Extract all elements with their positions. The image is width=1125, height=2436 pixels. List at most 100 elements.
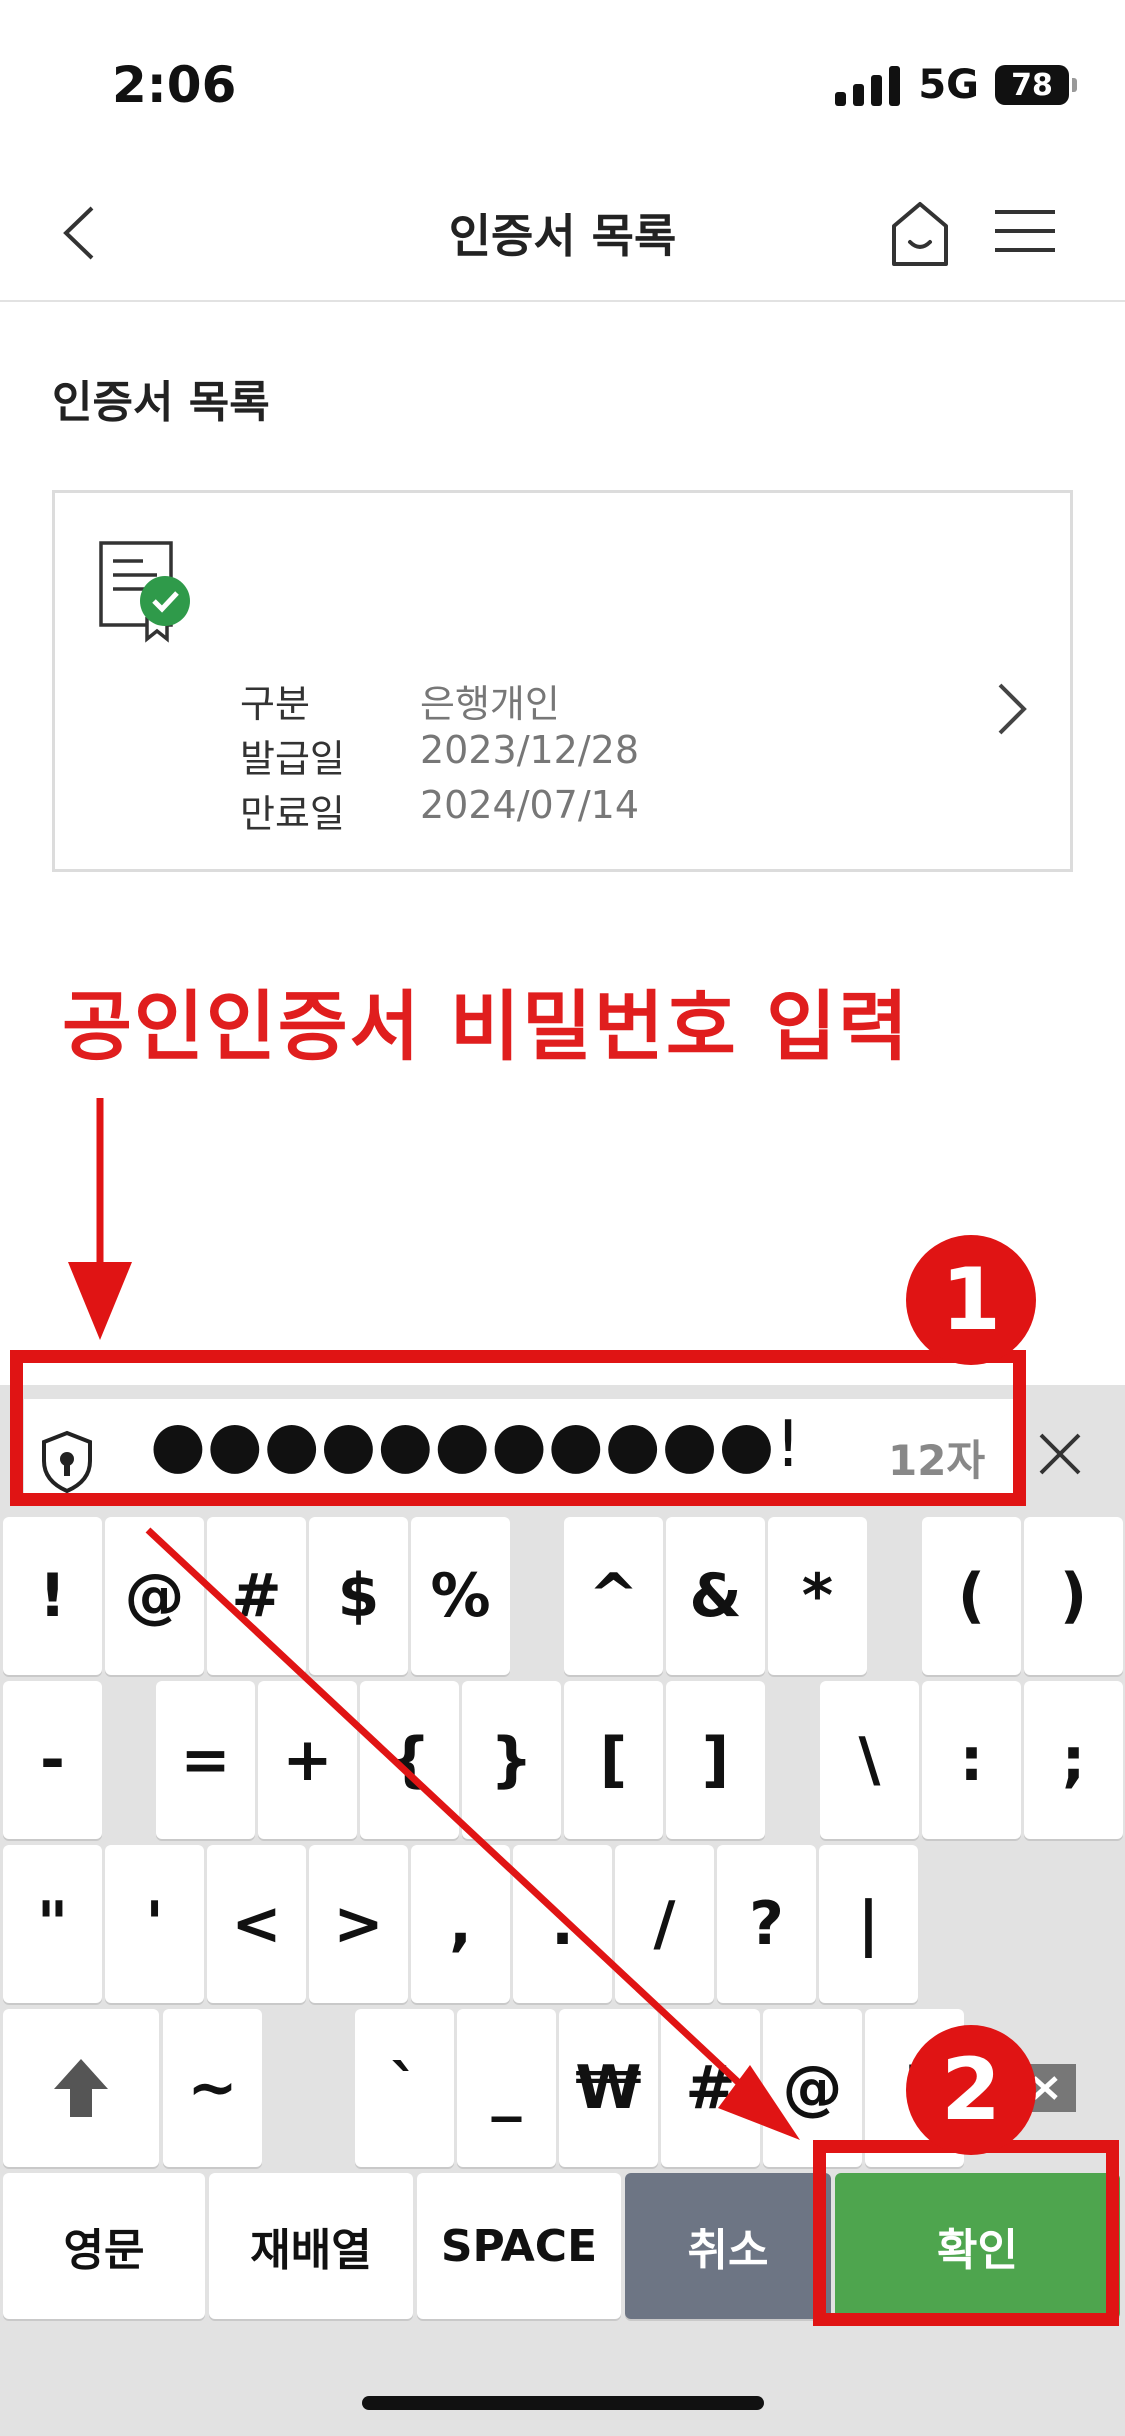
key[interactable]: ( xyxy=(922,1517,1021,1675)
key-label: * xyxy=(801,1561,834,1631)
key[interactable]: ) xyxy=(1024,1517,1123,1675)
key-label: @ xyxy=(782,2053,843,2123)
key-label: - xyxy=(40,1725,65,1795)
cert-issued-label: 발급일 xyxy=(240,737,345,781)
key-label: = xyxy=(180,1725,231,1795)
cert-type-value: 은행개인 xyxy=(420,682,560,726)
cert-row-issued: 발급일 2023/12/28 xyxy=(240,728,639,783)
cert-row-expiry: 만료일 2024/07/14 xyxy=(240,783,639,838)
status-indicators: 5G 78 xyxy=(835,62,1077,108)
key-label: ? xyxy=(749,1889,784,1959)
key[interactable]: # xyxy=(207,1517,306,1675)
home-icon[interactable] xyxy=(888,192,952,272)
key[interactable]: / xyxy=(615,1845,714,2003)
key-label: } xyxy=(490,1725,533,1795)
key[interactable]: + xyxy=(258,1681,357,1839)
highlight-box-password xyxy=(10,1350,1026,1506)
key[interactable]: , xyxy=(411,1845,510,2003)
chevron-right-icon xyxy=(998,683,1027,735)
key-label: # xyxy=(685,2053,736,2123)
section-title: 인증서 목록 xyxy=(52,377,270,428)
key-label: : xyxy=(959,1725,984,1795)
signal-icon xyxy=(835,64,901,106)
cert-issued-value: 2023/12/28 xyxy=(420,728,640,772)
arrow-down-icon xyxy=(68,1098,132,1340)
key-label: < xyxy=(231,1889,282,1959)
key-label: $ xyxy=(337,1561,380,1631)
key[interactable]: % xyxy=(411,1517,510,1675)
key-label: + xyxy=(282,1725,333,1795)
key-label: , xyxy=(449,1889,472,1959)
arrow-up-icon xyxy=(54,2059,108,2117)
key[interactable]: : xyxy=(922,1681,1021,1839)
cert-expiry-label: 만료일 xyxy=(240,792,345,836)
key-label: \ xyxy=(858,1725,881,1795)
key-label: ) xyxy=(1059,1561,1088,1631)
key[interactable]: < xyxy=(207,1845,306,2003)
nav-header: 인증서 목록 xyxy=(0,170,1125,302)
key-label: ` xyxy=(389,2053,420,2123)
key-label: ₩ xyxy=(575,2053,642,2123)
key-label: SPACE xyxy=(440,2220,598,2272)
network-type: 5G xyxy=(918,62,979,108)
key[interactable]: ^ xyxy=(564,1517,663,1675)
step-badge-2: 2 xyxy=(906,2025,1036,2155)
key[interactable]: ; xyxy=(1024,1681,1123,1839)
space-key[interactable]: SPACE xyxy=(417,2173,621,2319)
certificate-card[interactable]: 구분 은행개인 발급일 2023/12/28 만료일 2024/07/14 xyxy=(52,490,1073,872)
key-label: / xyxy=(653,1889,676,1959)
cert-type-label: 구분 xyxy=(240,682,310,726)
cert-row-type: 구분 은행개인 xyxy=(240,673,639,728)
key[interactable]: } xyxy=(462,1681,561,1839)
key[interactable]: | xyxy=(819,1845,918,2003)
key[interactable]: ~ xyxy=(163,2009,262,2167)
key-label: > xyxy=(333,1889,384,1959)
shuffle-key[interactable]: 재배열 xyxy=(209,2173,413,2319)
key[interactable]: > xyxy=(309,1845,408,2003)
language-key[interactable]: 영문 xyxy=(3,2173,205,2319)
key[interactable]: _ xyxy=(457,2009,556,2167)
menu-icon[interactable] xyxy=(993,206,1057,256)
annotation-text: 공인인증서 비밀번호 입력 xyxy=(62,982,911,1071)
page-title: 인증서 목록 xyxy=(448,209,677,263)
cancel-button[interactable]: 취소 xyxy=(625,2173,831,2319)
key-label: ' xyxy=(145,1889,164,1959)
key[interactable]: [ xyxy=(564,1681,663,1839)
key[interactable]: ] xyxy=(666,1681,765,1839)
key-label: ^ xyxy=(588,1561,639,1631)
key-label: _ xyxy=(491,2053,522,2123)
cert-expiry-value: 2024/07/14 xyxy=(420,783,640,827)
key-label: % xyxy=(430,1561,491,1631)
key-label: ; xyxy=(1061,1725,1086,1795)
key[interactable]: = xyxy=(156,1681,255,1839)
key[interactable]: $ xyxy=(309,1517,408,1675)
key[interactable]: ₩ xyxy=(559,2009,658,2167)
shift-key[interactable] xyxy=(3,2009,159,2167)
key-label: { xyxy=(388,1725,431,1795)
key[interactable]: & xyxy=(666,1517,765,1675)
key-label: ( xyxy=(957,1561,986,1631)
key[interactable]: @ xyxy=(105,1517,204,1675)
key[interactable]: ` xyxy=(355,2009,454,2167)
key[interactable]: # xyxy=(661,2009,760,2167)
key[interactable]: { xyxy=(360,1681,459,1839)
key-label: & xyxy=(689,1561,742,1631)
key[interactable]: ? xyxy=(717,1845,816,2003)
battery-icon: 78 xyxy=(995,65,1077,105)
key[interactable]: " xyxy=(3,1845,102,2003)
key[interactable]: - xyxy=(3,1681,102,1839)
key-label: # xyxy=(231,1561,282,1631)
key-label: . xyxy=(551,1889,574,1959)
close-icon[interactable] xyxy=(1035,1429,1085,1479)
key[interactable]: . xyxy=(513,1845,612,2003)
battery-level: 78 xyxy=(1011,67,1053,103)
certificate-details: 구분 은행개인 발급일 2023/12/28 만료일 2024/07/14 xyxy=(240,673,639,838)
key[interactable]: ! xyxy=(3,1517,102,1675)
key-label: " xyxy=(36,1889,69,1959)
key[interactable]: \ xyxy=(820,1681,919,1839)
key[interactable]: ' xyxy=(105,1845,204,2003)
key-label: ! xyxy=(38,1561,67,1631)
key-label: 영문 xyxy=(63,2225,145,2276)
key[interactable]: * xyxy=(768,1517,867,1675)
highlight-box-confirm xyxy=(813,2140,1119,2326)
